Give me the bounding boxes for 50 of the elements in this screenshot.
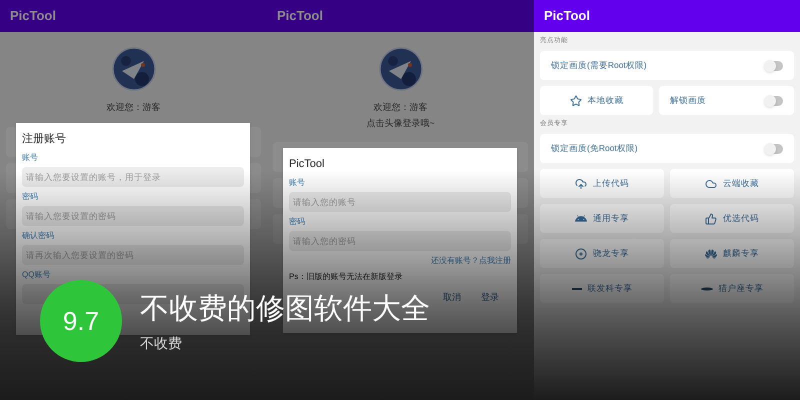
- login-hint: 点击头像登录哦~: [366, 116, 435, 130]
- feature-button[interactable]: 猎户座专享: [670, 274, 794, 303]
- feature-button[interactable]: 通用专享: [540, 204, 664, 233]
- setting-label: 解锁画质: [670, 94, 706, 107]
- field-label: 密码: [289, 216, 306, 228]
- flower-icon: [705, 248, 717, 260]
- dialog-button[interactable]: 取消: [439, 288, 465, 306]
- app-title: PicTool: [544, 7, 590, 26]
- feature-button[interactable]: 优选代码: [670, 204, 794, 233]
- setting-card[interactable]: 锁定画质(需要Root权限): [540, 51, 794, 80]
- dialog-button[interactable]: 登录: [477, 288, 503, 306]
- cloud-upload-icon: [575, 178, 587, 190]
- app-title: PicTool: [277, 7, 323, 26]
- note-text: Ps：旧版的账号无法在新版登录: [289, 270, 404, 282]
- setting-label: 锁定画质(免Root权限): [551, 142, 638, 155]
- input-field[interactable]: 请输入您的密码: [289, 230, 511, 250]
- register-link[interactable]: 还没有账号？点我注册: [431, 254, 511, 266]
- greeting-text: 欢迎您：游客: [374, 101, 428, 114]
- feature-button[interactable]: 骁龙专享: [540, 239, 664, 268]
- input-field[interactable]: 请输入您的账号: [289, 192, 511, 212]
- toggle-switch[interactable]: [765, 60, 783, 70]
- subtitle: 不收费: [140, 335, 182, 354]
- setting-card[interactable]: 解锁画质: [659, 86, 794, 115]
- input-field[interactable]: 请输入您要设置的密码: [22, 206, 244, 226]
- field-label: 密码: [22, 190, 39, 202]
- star-icon: [570, 94, 582, 106]
- swoosh-icon: [700, 286, 712, 290]
- android-icon: [575, 212, 587, 224]
- feature-button[interactable]: 云端收藏: [670, 169, 794, 198]
- thumbs-up-icon: [705, 212, 717, 224]
- toggle-switch[interactable]: [765, 96, 783, 106]
- disc-icon: [575, 248, 587, 260]
- field-label: QQ账号: [22, 268, 52, 280]
- field-label: 账号: [289, 176, 306, 188]
- app-title: PicTool: [10, 7, 56, 26]
- field-label: 账号: [22, 152, 39, 164]
- cloud-icon: [705, 178, 717, 190]
- greeting-text: 欢迎您：游客: [106, 101, 160, 114]
- input-field[interactable]: 请输入您要设置的账号，用于登录: [22, 166, 244, 186]
- feature-button[interactable]: 联发科专享: [540, 274, 664, 303]
- feature-button[interactable]: 上传代码: [540, 169, 664, 198]
- setting-label: 锁定画质(需要Root权限): [551, 59, 647, 72]
- setting-card[interactable]: 锁定画质(免Root权限): [540, 134, 794, 163]
- dialog-title: PicTool: [289, 157, 326, 172]
- toggle-switch[interactable]: [765, 144, 783, 154]
- headline: 不收费的修图软件大全: [140, 290, 430, 326]
- feature-button[interactable]: 麒麟专享: [670, 239, 794, 268]
- dialog-title: 注册账号: [22, 132, 67, 147]
- field-label: 确认密码: [22, 230, 55, 242]
- feature-button[interactable]: 本地收藏: [540, 86, 653, 115]
